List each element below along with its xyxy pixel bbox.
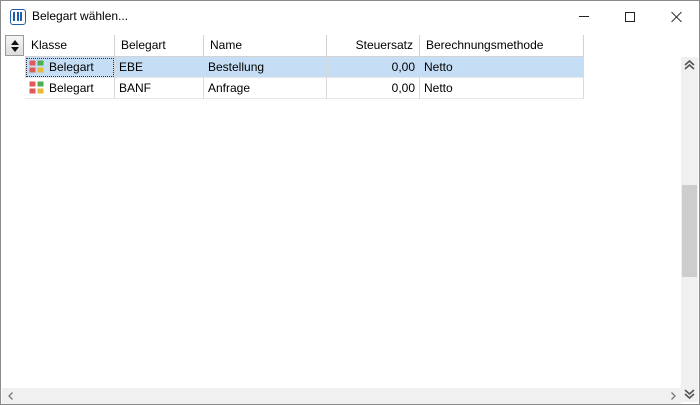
chevron-right-icon (670, 392, 676, 400)
vertical-scroll-thumb[interactable] (682, 185, 697, 277)
cell-belegart[interactable]: EBE (115, 57, 204, 78)
cell-steuersatz[interactable]: 0,00 (327, 57, 420, 78)
close-button[interactable] (653, 1, 699, 32)
table-icon (10, 9, 26, 25)
cell-steuersatz[interactable]: 0,00 (327, 78, 420, 99)
sort-toggle-button[interactable] (5, 35, 24, 56)
scroll-right-button[interactable] (664, 388, 681, 404)
cell-name[interactable]: Bestellung (204, 57, 327, 78)
table-row[interactable]: Belegart BANF Anfrage 0,00 Netto (25, 78, 584, 99)
maximize-icon (625, 11, 635, 22)
column-header-klasse[interactable]: Klasse (25, 35, 115, 57)
vertical-scrollbar[interactable] (681, 57, 698, 402)
cell-belegart[interactable]: BANF (115, 78, 204, 99)
cell-text: Belegart (49, 81, 94, 95)
cell-klasse[interactable]: Belegart (25, 57, 115, 78)
window-title: Belegart wählen... (32, 9, 129, 23)
double-chevron-up-icon (684, 59, 695, 70)
double-chevron-down-icon (684, 389, 695, 400)
cell-name[interactable]: Anfrage (204, 78, 327, 99)
cell-klasse[interactable]: Belegart (25, 78, 115, 99)
belegart-class-icon (29, 81, 44, 94)
close-icon (670, 11, 682, 23)
horizontal-scrollbar[interactable] (2, 388, 681, 404)
column-header-steuersatz[interactable]: Steuersatz (327, 35, 420, 57)
column-header-belegart[interactable]: Belegart (115, 35, 204, 57)
dialog-window: Belegart wählen... Klasse Belegart Name … (0, 0, 700, 405)
belegart-class-icon (29, 60, 44, 73)
maximize-button[interactable] (607, 1, 653, 32)
scroll-up-button[interactable] (681, 57, 698, 74)
chevron-left-icon (7, 392, 13, 400)
minimize-button[interactable] (561, 1, 607, 32)
column-header-berechnungsmethode[interactable]: Berechnungsmethode (420, 35, 584, 57)
column-header-name[interactable]: Name (204, 35, 327, 57)
cell-text: Belegart (49, 60, 94, 74)
scroll-down-button[interactable] (681, 385, 698, 402)
grid-header: Klasse Belegart Name Steuersatz Berechnu… (25, 35, 584, 57)
sort-arrows-icon (10, 39, 19, 52)
title-bar[interactable]: Belegart wählen... (1, 1, 699, 32)
grid-rows: Belegart EBE Bestellung 0,00 Netto Beleg… (25, 57, 584, 99)
table-row[interactable]: Belegart EBE Bestellung 0,00 Netto (25, 57, 584, 78)
minimize-icon (579, 16, 589, 17)
belegart-grid: Klasse Belegart Name Steuersatz Berechnu… (2, 32, 681, 388)
cell-berechnungsmethode[interactable]: Netto (420, 78, 584, 99)
scroll-left-button[interactable] (2, 388, 19, 404)
cell-berechnungsmethode[interactable]: Netto (420, 57, 584, 78)
